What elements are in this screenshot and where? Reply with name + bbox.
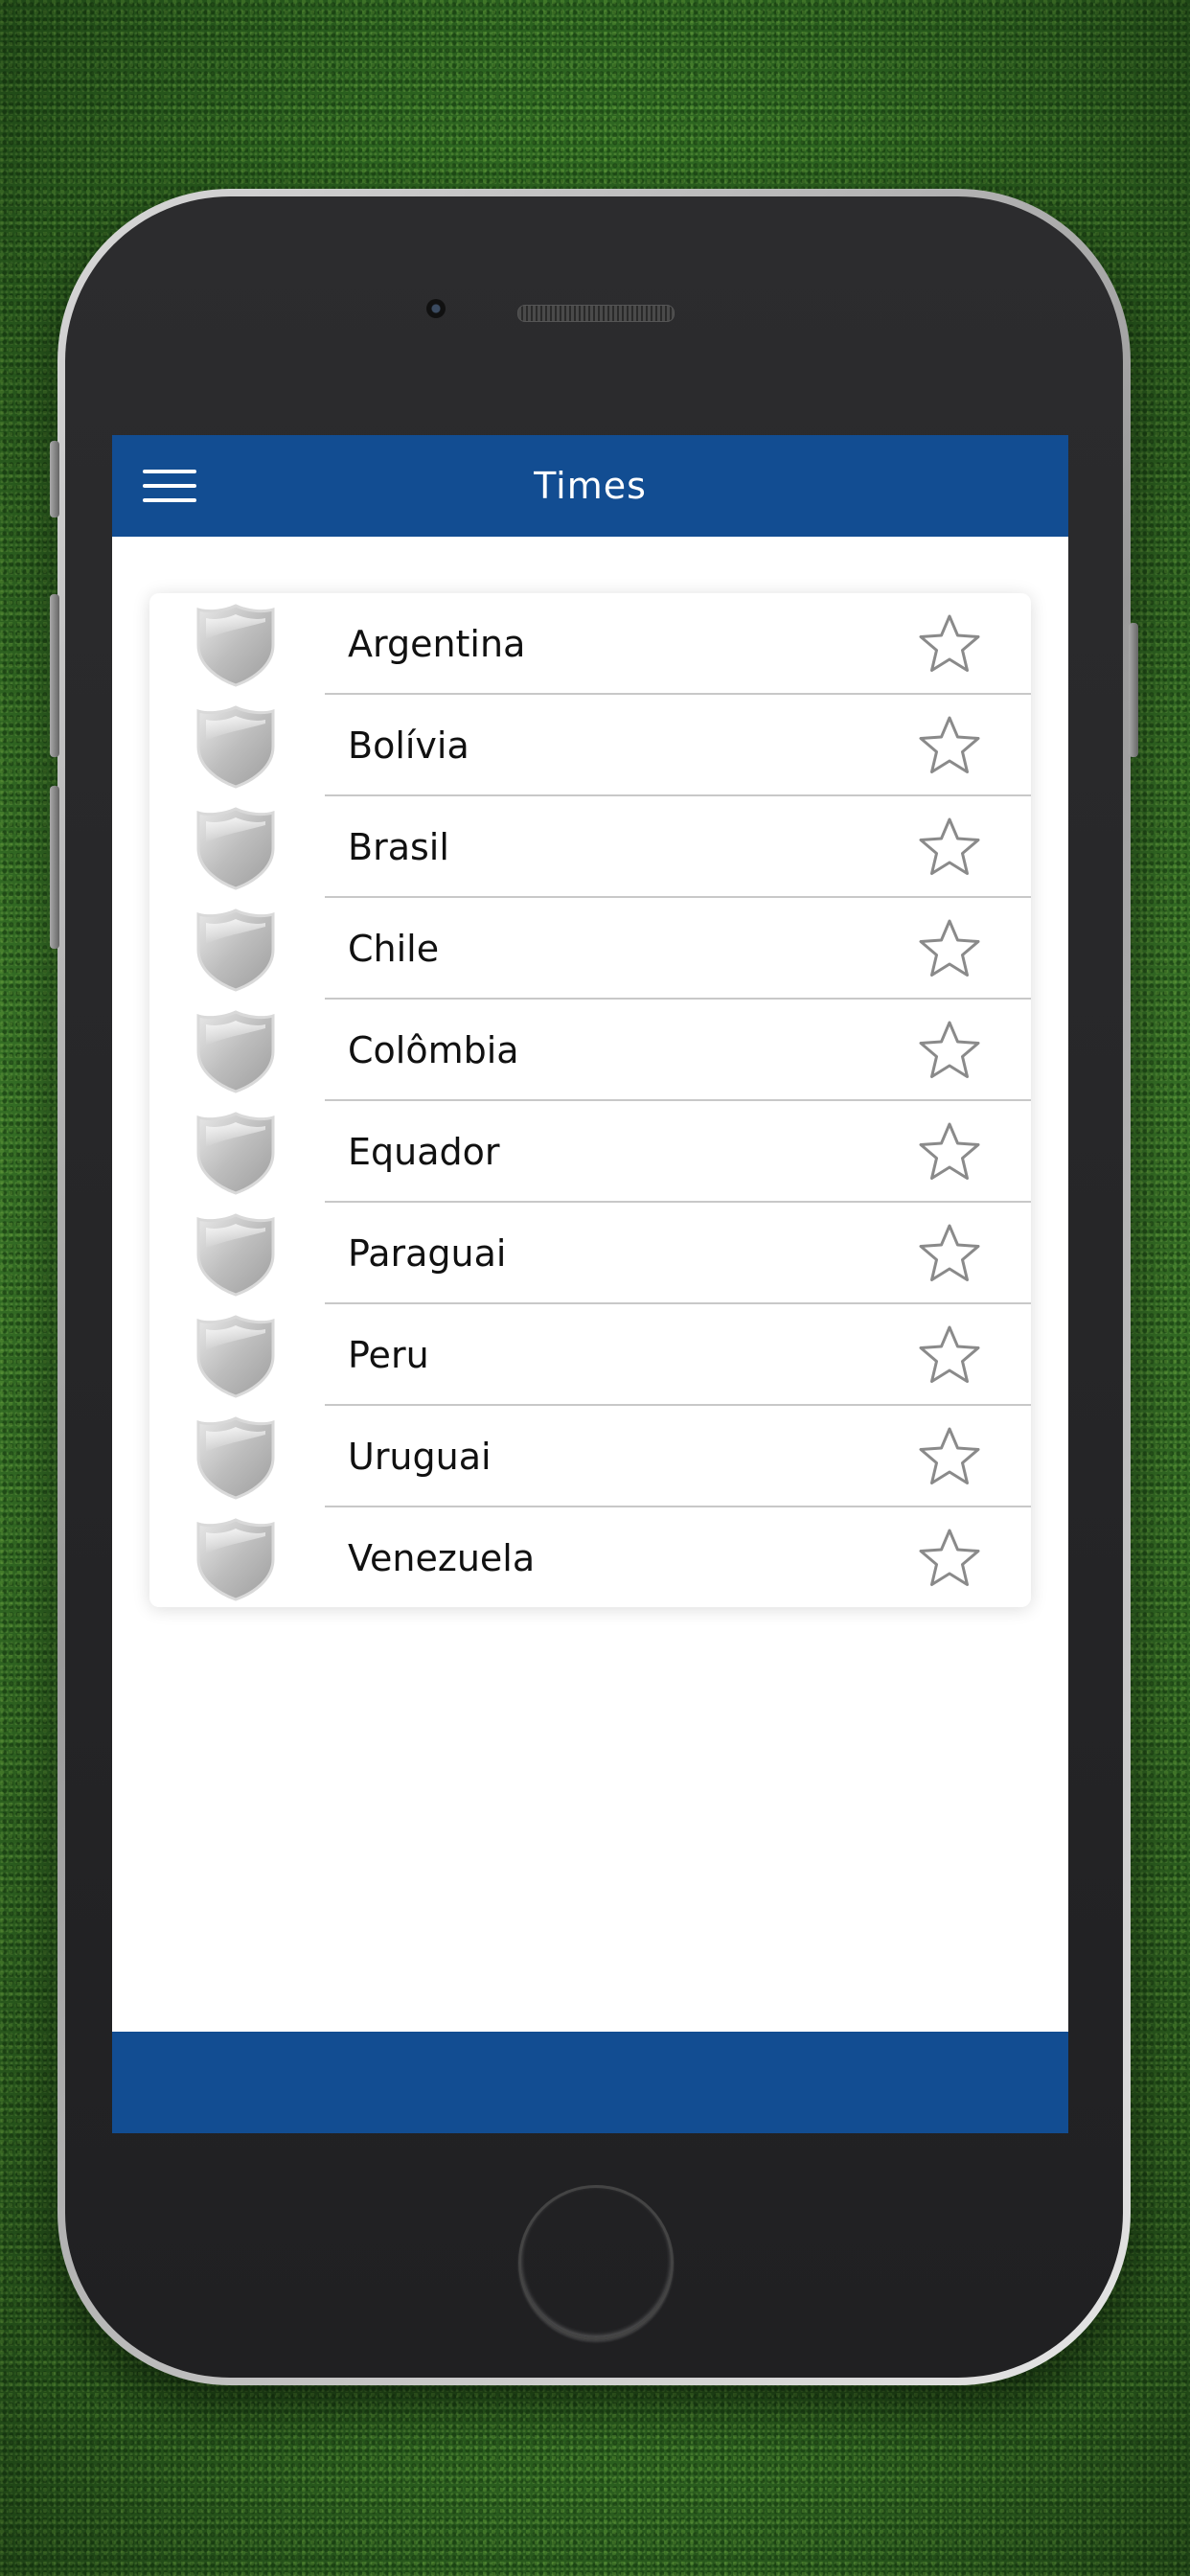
team-name: Paraguai xyxy=(348,1232,507,1275)
star-outline-icon[interactable] xyxy=(918,816,981,879)
shield-crest-icon xyxy=(193,908,279,992)
shield-crest-icon xyxy=(193,806,279,890)
team-name: Colômbia xyxy=(348,1029,519,1071)
star-outline-icon[interactable] xyxy=(918,1323,981,1387)
team-row[interactable]: Peru xyxy=(149,1304,1031,1406)
team-name: Argentina xyxy=(348,623,526,665)
front-camera xyxy=(426,299,446,318)
shield-crest-icon xyxy=(193,1314,279,1398)
shield-crest-icon xyxy=(193,603,279,687)
team-name: Brasil xyxy=(348,826,449,868)
shield-crest-icon xyxy=(193,1415,279,1500)
volume-up-button xyxy=(50,594,59,757)
shield-crest-icon xyxy=(193,704,279,789)
star-outline-icon[interactable] xyxy=(918,1425,981,1488)
team-row[interactable]: Brasil xyxy=(149,796,1031,898)
app-header: Times xyxy=(112,435,1068,537)
shield-crest-icon xyxy=(193,1009,279,1093)
shield-crest-icon xyxy=(193,1517,279,1601)
mute-switch xyxy=(50,441,59,518)
team-name: Equador xyxy=(348,1131,500,1173)
star-outline-icon[interactable] xyxy=(918,1527,981,1590)
star-outline-icon[interactable] xyxy=(918,1222,981,1285)
team-name: Uruguai xyxy=(348,1436,492,1478)
earpiece-speaker xyxy=(517,305,675,322)
team-name: Peru xyxy=(348,1334,429,1376)
volume-down-button xyxy=(50,786,59,949)
team-name: Bolívia xyxy=(348,724,469,767)
team-name: Venezuela xyxy=(348,1537,536,1579)
star-outline-icon[interactable] xyxy=(918,714,981,777)
bottom-bar xyxy=(112,2032,1068,2133)
home-button[interactable] xyxy=(518,2185,674,2340)
team-list: Argentina Bolívia Brasil Chile Colômbia Equad… xyxy=(149,593,1031,1607)
team-row[interactable]: Argentina xyxy=(149,593,1031,695)
star-outline-icon[interactable] xyxy=(918,612,981,676)
star-outline-icon[interactable] xyxy=(918,1019,981,1082)
star-outline-icon[interactable] xyxy=(918,1120,981,1184)
team-row[interactable]: Paraguai xyxy=(149,1203,1031,1304)
app-screen: Times Argentina Bolívia Brasil Chile Colômbi… xyxy=(112,435,1068,2133)
shield-crest-icon xyxy=(193,1212,279,1297)
team-row[interactable]: Uruguai xyxy=(149,1406,1031,1507)
team-row[interactable]: Equador xyxy=(149,1101,1031,1203)
star-outline-icon[interactable] xyxy=(918,917,981,980)
team-row[interactable]: Bolívia xyxy=(149,695,1031,796)
team-row[interactable]: Colômbia xyxy=(149,1000,1031,1101)
shield-crest-icon xyxy=(193,1111,279,1195)
page-title: Times xyxy=(534,465,647,507)
power-button xyxy=(1129,623,1138,757)
team-row[interactable]: Venezuela xyxy=(149,1507,1031,1607)
team-row[interactable]: Chile xyxy=(149,898,1031,1000)
team-name: Chile xyxy=(348,928,440,970)
